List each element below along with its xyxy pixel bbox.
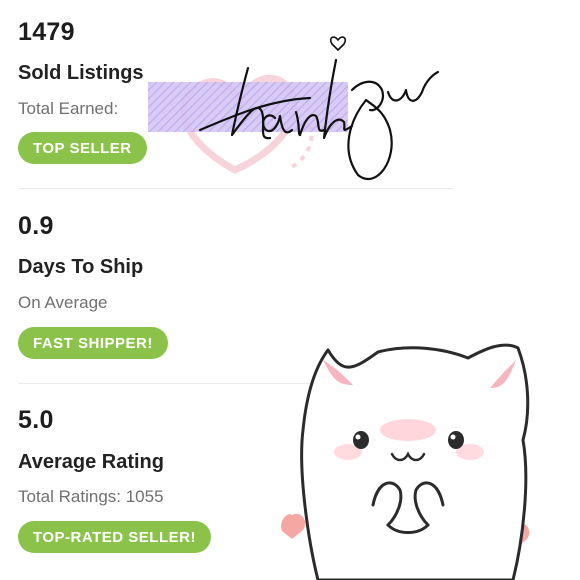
sold-listings-title: Sold Listings [18, 62, 144, 84]
average-rating-value: 5.0 [18, 406, 54, 434]
cat-icon [300, 343, 530, 580]
total-ratings-label: Total Ratings: 1055 [18, 487, 164, 506]
fast-shipper-badge: FAST SHIPPER! [18, 327, 168, 359]
sold-listings-value: 1479 [18, 18, 75, 46]
average-rating-title: Average Rating [18, 451, 164, 473]
days-to-ship-title: Days To Ship [18, 256, 144, 278]
top-seller-badge: TOP SELLER [18, 132, 147, 164]
days-to-ship-value: 0.9 [18, 212, 54, 240]
thank-you-signature-sticker [148, 36, 440, 181]
top-rated-seller-badge: TOP-RATED SELLER! [18, 521, 211, 553]
heart-icon [281, 513, 306, 539]
cat-sticker [281, 343, 530, 580]
total-earned-label: Total Earned: [18, 99, 119, 118]
on-average-label: On Average [18, 293, 108, 312]
